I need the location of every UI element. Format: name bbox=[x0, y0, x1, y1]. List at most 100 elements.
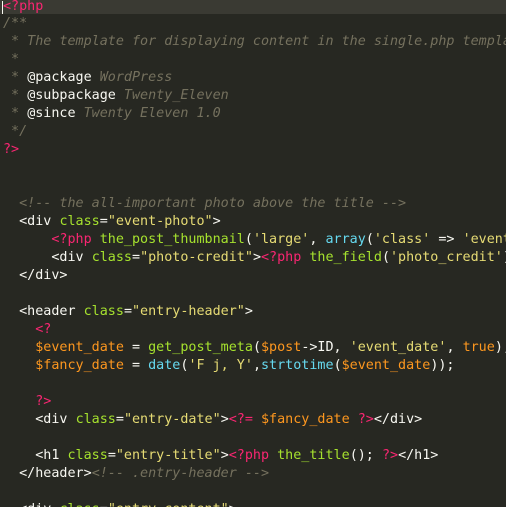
code-token: </h1> bbox=[398, 448, 439, 463]
code-token: > bbox=[220, 448, 229, 463]
code-token: "entry-title" bbox=[115, 448, 221, 463]
code-token: class bbox=[59, 214, 100, 229]
code-token: <header bbox=[3, 304, 84, 319]
code-line[interactable]: <!-- the all-important photo above the t… bbox=[3, 195, 406, 213]
code-token: <?php bbox=[228, 448, 278, 463]
code-token: * bbox=[3, 52, 20, 67]
code-token: "photo-credit" bbox=[140, 250, 253, 265]
code-line[interactable]: * The template for displaying content in… bbox=[3, 33, 506, 51]
code-token: , bbox=[309, 232, 326, 247]
code-token: = bbox=[99, 214, 108, 229]
code-token: "entry-header" bbox=[132, 304, 245, 319]
code-token: true bbox=[462, 340, 495, 355]
code-token: 'F j, Y' bbox=[188, 358, 253, 373]
code-token: (); bbox=[349, 448, 382, 463]
code-token: <!-- .entry-header --> bbox=[91, 466, 270, 481]
code-token: </header> bbox=[3, 466, 92, 481]
code-token: <div bbox=[3, 214, 60, 229]
code-token: > bbox=[220, 412, 229, 427]
code-token: $fancy_date bbox=[261, 412, 350, 427]
code-token: $post bbox=[261, 340, 302, 355]
code-line[interactable]: /** bbox=[3, 15, 27, 33]
code-line[interactable]: ?> bbox=[3, 141, 19, 159]
code-line[interactable]: * bbox=[3, 51, 19, 69]
code-token: ( bbox=[381, 250, 390, 265]
code-token: class bbox=[75, 412, 116, 427]
code-token: "event-photo" bbox=[107, 214, 213, 229]
code-token: <? bbox=[35, 322, 52, 337]
code-line[interactable]: * @subpackage Twenty_Eleven bbox=[3, 87, 229, 105]
code-token: ->ID, bbox=[301, 340, 350, 355]
current-line-highlight bbox=[0, 0, 506, 14]
code-line[interactable]: $event_date = get_post_meta($post->ID, '… bbox=[3, 339, 506, 357]
code-token: ); bbox=[494, 340, 506, 355]
code-token: $event_date bbox=[341, 358, 431, 373]
code-token: <?php bbox=[3, 0, 44, 14]
code-line[interactable]: </header><!-- .entry-header --> bbox=[3, 465, 269, 483]
code-token: /** bbox=[3, 16, 28, 31]
code-line[interactable]: <?php the_post_thumbnail('large', array(… bbox=[3, 231, 506, 249]
code-token: <!-- the all-important photo above the t… bbox=[3, 196, 407, 211]
code-line[interactable]: ?> bbox=[3, 393, 51, 411]
code-line[interactable]: <?php bbox=[3, 0, 43, 16]
code-token: 'event_date' bbox=[349, 340, 447, 355]
code-token: Twenty_Eleven bbox=[115, 88, 229, 103]
code-token: ?> bbox=[357, 412, 374, 427]
code-line[interactable]: * @package WordPress bbox=[3, 69, 172, 87]
code-line[interactable]: <? bbox=[3, 321, 51, 339]
code-token: Twenty Eleven 1.0 bbox=[75, 106, 221, 121]
code-token: 'photo_credit' bbox=[390, 250, 503, 265]
code-token: @subpackage bbox=[27, 88, 116, 103]
code-line[interactable]: <div class="event-photo"> bbox=[3, 213, 221, 231]
code-token: </div> bbox=[3, 268, 68, 283]
code-token: class bbox=[83, 304, 124, 319]
code-token: = bbox=[123, 358, 149, 373]
code-token: strtotime bbox=[261, 358, 334, 373]
code-line[interactable]: </div> bbox=[3, 267, 68, 285]
code-token: <div bbox=[3, 250, 92, 265]
code-token: ?> bbox=[35, 394, 52, 409]
code-line[interactable]: * @since Twenty Eleven 1.0 bbox=[3, 105, 221, 123]
code-token: * bbox=[3, 70, 28, 85]
code-token: ( bbox=[333, 358, 342, 373]
code-token: @since bbox=[27, 106, 76, 121]
code-token: array bbox=[325, 232, 366, 247]
code-token: * The template for displaying content in… bbox=[3, 34, 506, 49]
code-token: * bbox=[3, 88, 28, 103]
code-editor[interactable]: <?php /** * The template for displaying c… bbox=[0, 0, 506, 507]
code-token: <?php bbox=[51, 232, 100, 247]
code-token: )); bbox=[430, 358, 455, 373]
code-token: WordPress bbox=[91, 70, 173, 85]
code-token: class bbox=[59, 502, 99, 507]
code-token: = bbox=[123, 340, 149, 355]
code-line[interactable]: <header class="entry-header"> bbox=[3, 303, 253, 321]
code-token: the_field bbox=[309, 250, 382, 265]
code-token: > bbox=[212, 214, 221, 229]
code-line[interactable]: */ bbox=[3, 123, 27, 141]
code-token: <div bbox=[3, 412, 76, 427]
code-token: , bbox=[446, 340, 463, 355]
code-line[interactable]: <div class="entry-content"> bbox=[3, 501, 237, 507]
code-token: the_title bbox=[277, 448, 350, 463]
code-token: get_post_meta bbox=[148, 340, 253, 355]
code-token: ( bbox=[365, 232, 374, 247]
code-line[interactable]: <div class="entry-date"><?= $fancy_date … bbox=[3, 411, 422, 429]
code-token: = bbox=[100, 502, 108, 507]
code-token: $fancy_date bbox=[35, 358, 124, 373]
code-token: class bbox=[67, 448, 108, 463]
code-token: <?php bbox=[261, 250, 310, 265]
code-line[interactable]: <div class="photo-credit"><?php the_fiel… bbox=[3, 249, 506, 267]
code-token: = bbox=[115, 412, 124, 427]
code-token: <div bbox=[3, 502, 59, 507]
code-token: <?= bbox=[228, 412, 261, 427]
code-line[interactable]: $fancy_date = date('F j, Y',strtotime($e… bbox=[3, 357, 455, 375]
code-token: ( bbox=[244, 232, 253, 247]
code-line[interactable]: <h1 class="entry-title"><?php the_title(… bbox=[3, 447, 438, 465]
code-token: </div> bbox=[373, 412, 423, 427]
code-token: ?> bbox=[3, 142, 20, 157]
code-token: 'event-photo' bbox=[462, 232, 506, 247]
